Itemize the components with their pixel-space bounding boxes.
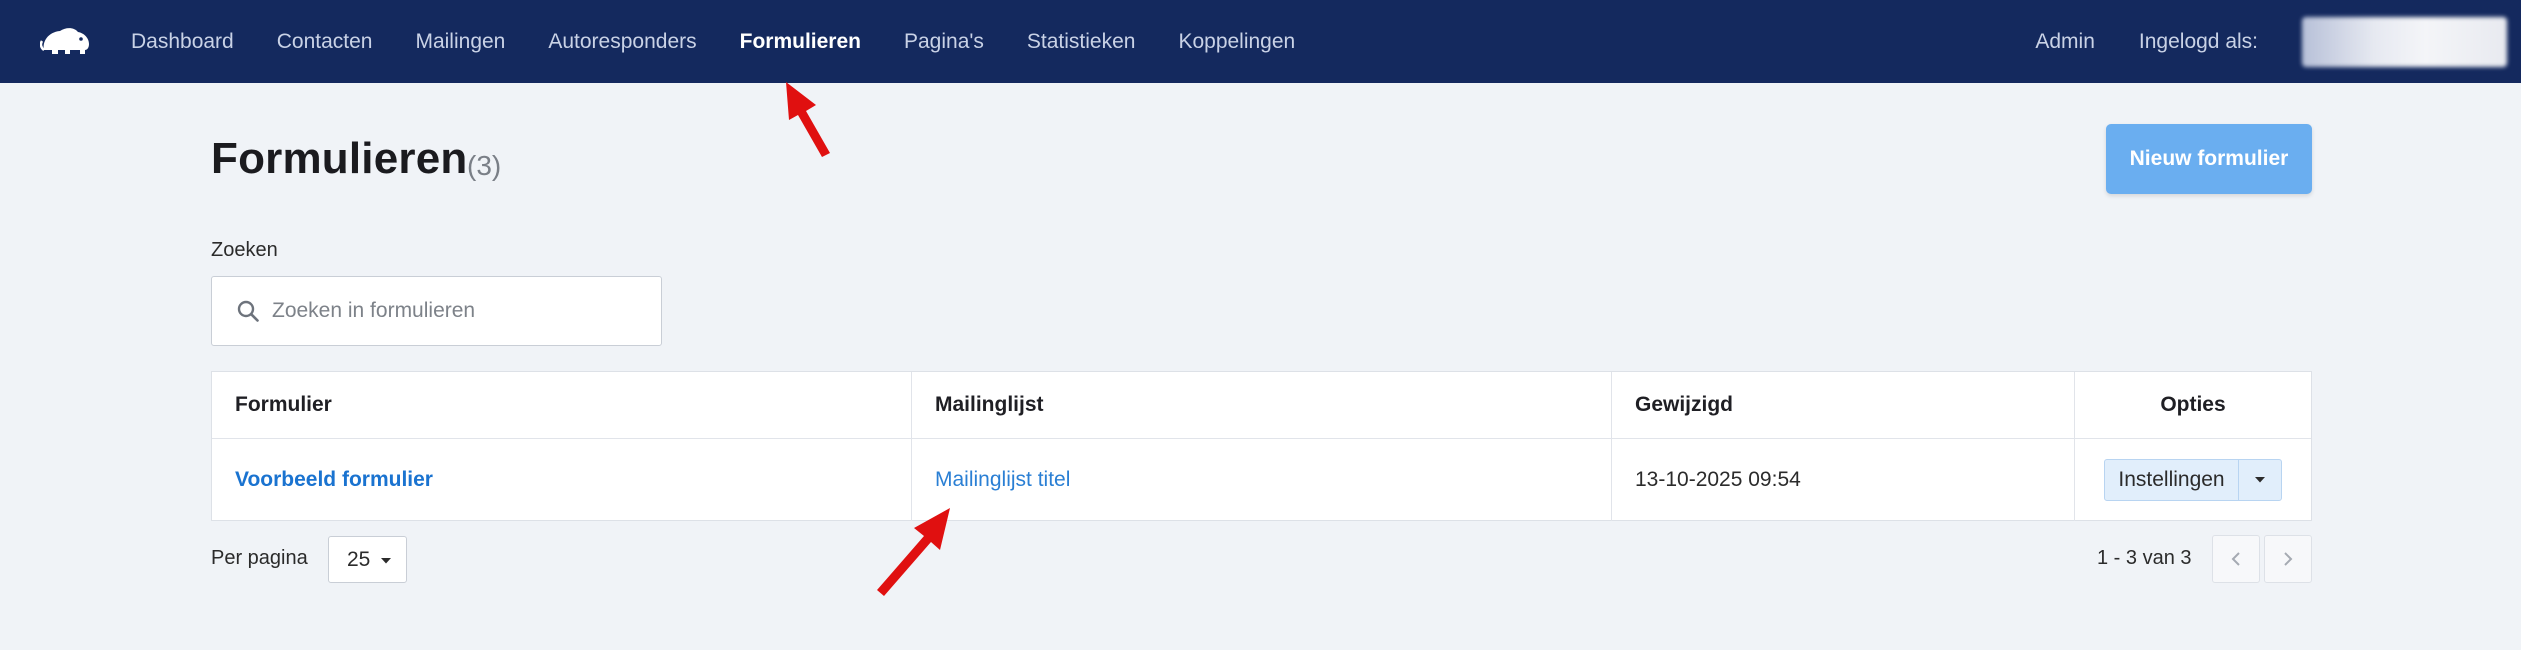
search-icon: [237, 300, 259, 322]
modified-date: 13-10-2025 09:54: [1635, 468, 1801, 491]
caret-down-icon: [2254, 477, 2265, 483]
column-header-opties: Opties: [2160, 393, 2226, 416]
next-page-button[interactable]: [2264, 535, 2312, 583]
nav-contacten[interactable]: Contacten: [277, 30, 373, 54]
column-header-gewijzigd[interactable]: Gewijzigd: [1612, 372, 2075, 438]
chevron-right-icon: [2284, 552, 2293, 566]
elephant-logo-icon[interactable]: [40, 24, 92, 58]
previous-page-button[interactable]: [2212, 535, 2260, 583]
chevron-left-icon: [2231, 552, 2240, 566]
page-title: Formulieren: [211, 134, 468, 183]
nav-admin[interactable]: Admin: [2035, 30, 2095, 54]
form-name-link[interactable]: Voorbeeld formulier: [235, 468, 433, 492]
nav-autoresponders[interactable]: Autoresponders: [548, 30, 696, 54]
search-label: Zoeken: [211, 239, 278, 261]
search-box[interactable]: [211, 276, 662, 346]
pagination-range: 1 - 3 van 3: [2097, 547, 2192, 569]
options-button-group: Instellingen: [2104, 459, 2282, 501]
table-row: Voorbeeld formulier Mailinglijst titel 1…: [212, 439, 2311, 521]
options-dropdown-toggle[interactable]: [2237, 459, 2282, 501]
nav-koppelingen[interactable]: Koppelingen: [1178, 30, 1295, 54]
per-page-label: Per pagina: [211, 547, 308, 569]
form-count: (3): [467, 150, 502, 181]
caret-down-icon: [381, 558, 391, 564]
new-form-button[interactable]: Nieuw formulier: [2106, 124, 2312, 194]
top-navbar: Dashboard Contacten Mailingen Autorespon…: [0, 0, 2521, 83]
forms-table: Formulier Mailinglijst Gewijzigd Opties …: [211, 371, 2312, 521]
table-header-row: Formulier Mailinglijst Gewijzigd Opties: [212, 372, 2311, 439]
logged-in-label: Ingelogd als:: [2138, 29, 2258, 53]
nav-formulieren[interactable]: Formulieren: [740, 30, 861, 54]
nav-statistieken[interactable]: Statistieken: [1027, 30, 1136, 54]
settings-button[interactable]: Instellingen: [2104, 459, 2239, 501]
nav-paginas[interactable]: Pagina's: [904, 30, 984, 54]
per-page-select[interactable]: 25: [328, 536, 407, 583]
column-header-formulier[interactable]: Formulier: [212, 372, 912, 438]
annotation-arrow-formulieren: [786, 82, 830, 157]
mailing-list-link[interactable]: Mailinglijst titel: [935, 468, 1070, 492]
user-account-blurred[interactable]: [2302, 16, 2507, 67]
nav-dashboard[interactable]: Dashboard: [131, 30, 234, 54]
column-header-mailinglijst[interactable]: Mailinglijst: [912, 372, 1612, 438]
nav-mailingen[interactable]: Mailingen: [415, 30, 505, 54]
search-input[interactable]: [272, 277, 652, 345]
per-page-value: 25: [347, 547, 371, 571]
